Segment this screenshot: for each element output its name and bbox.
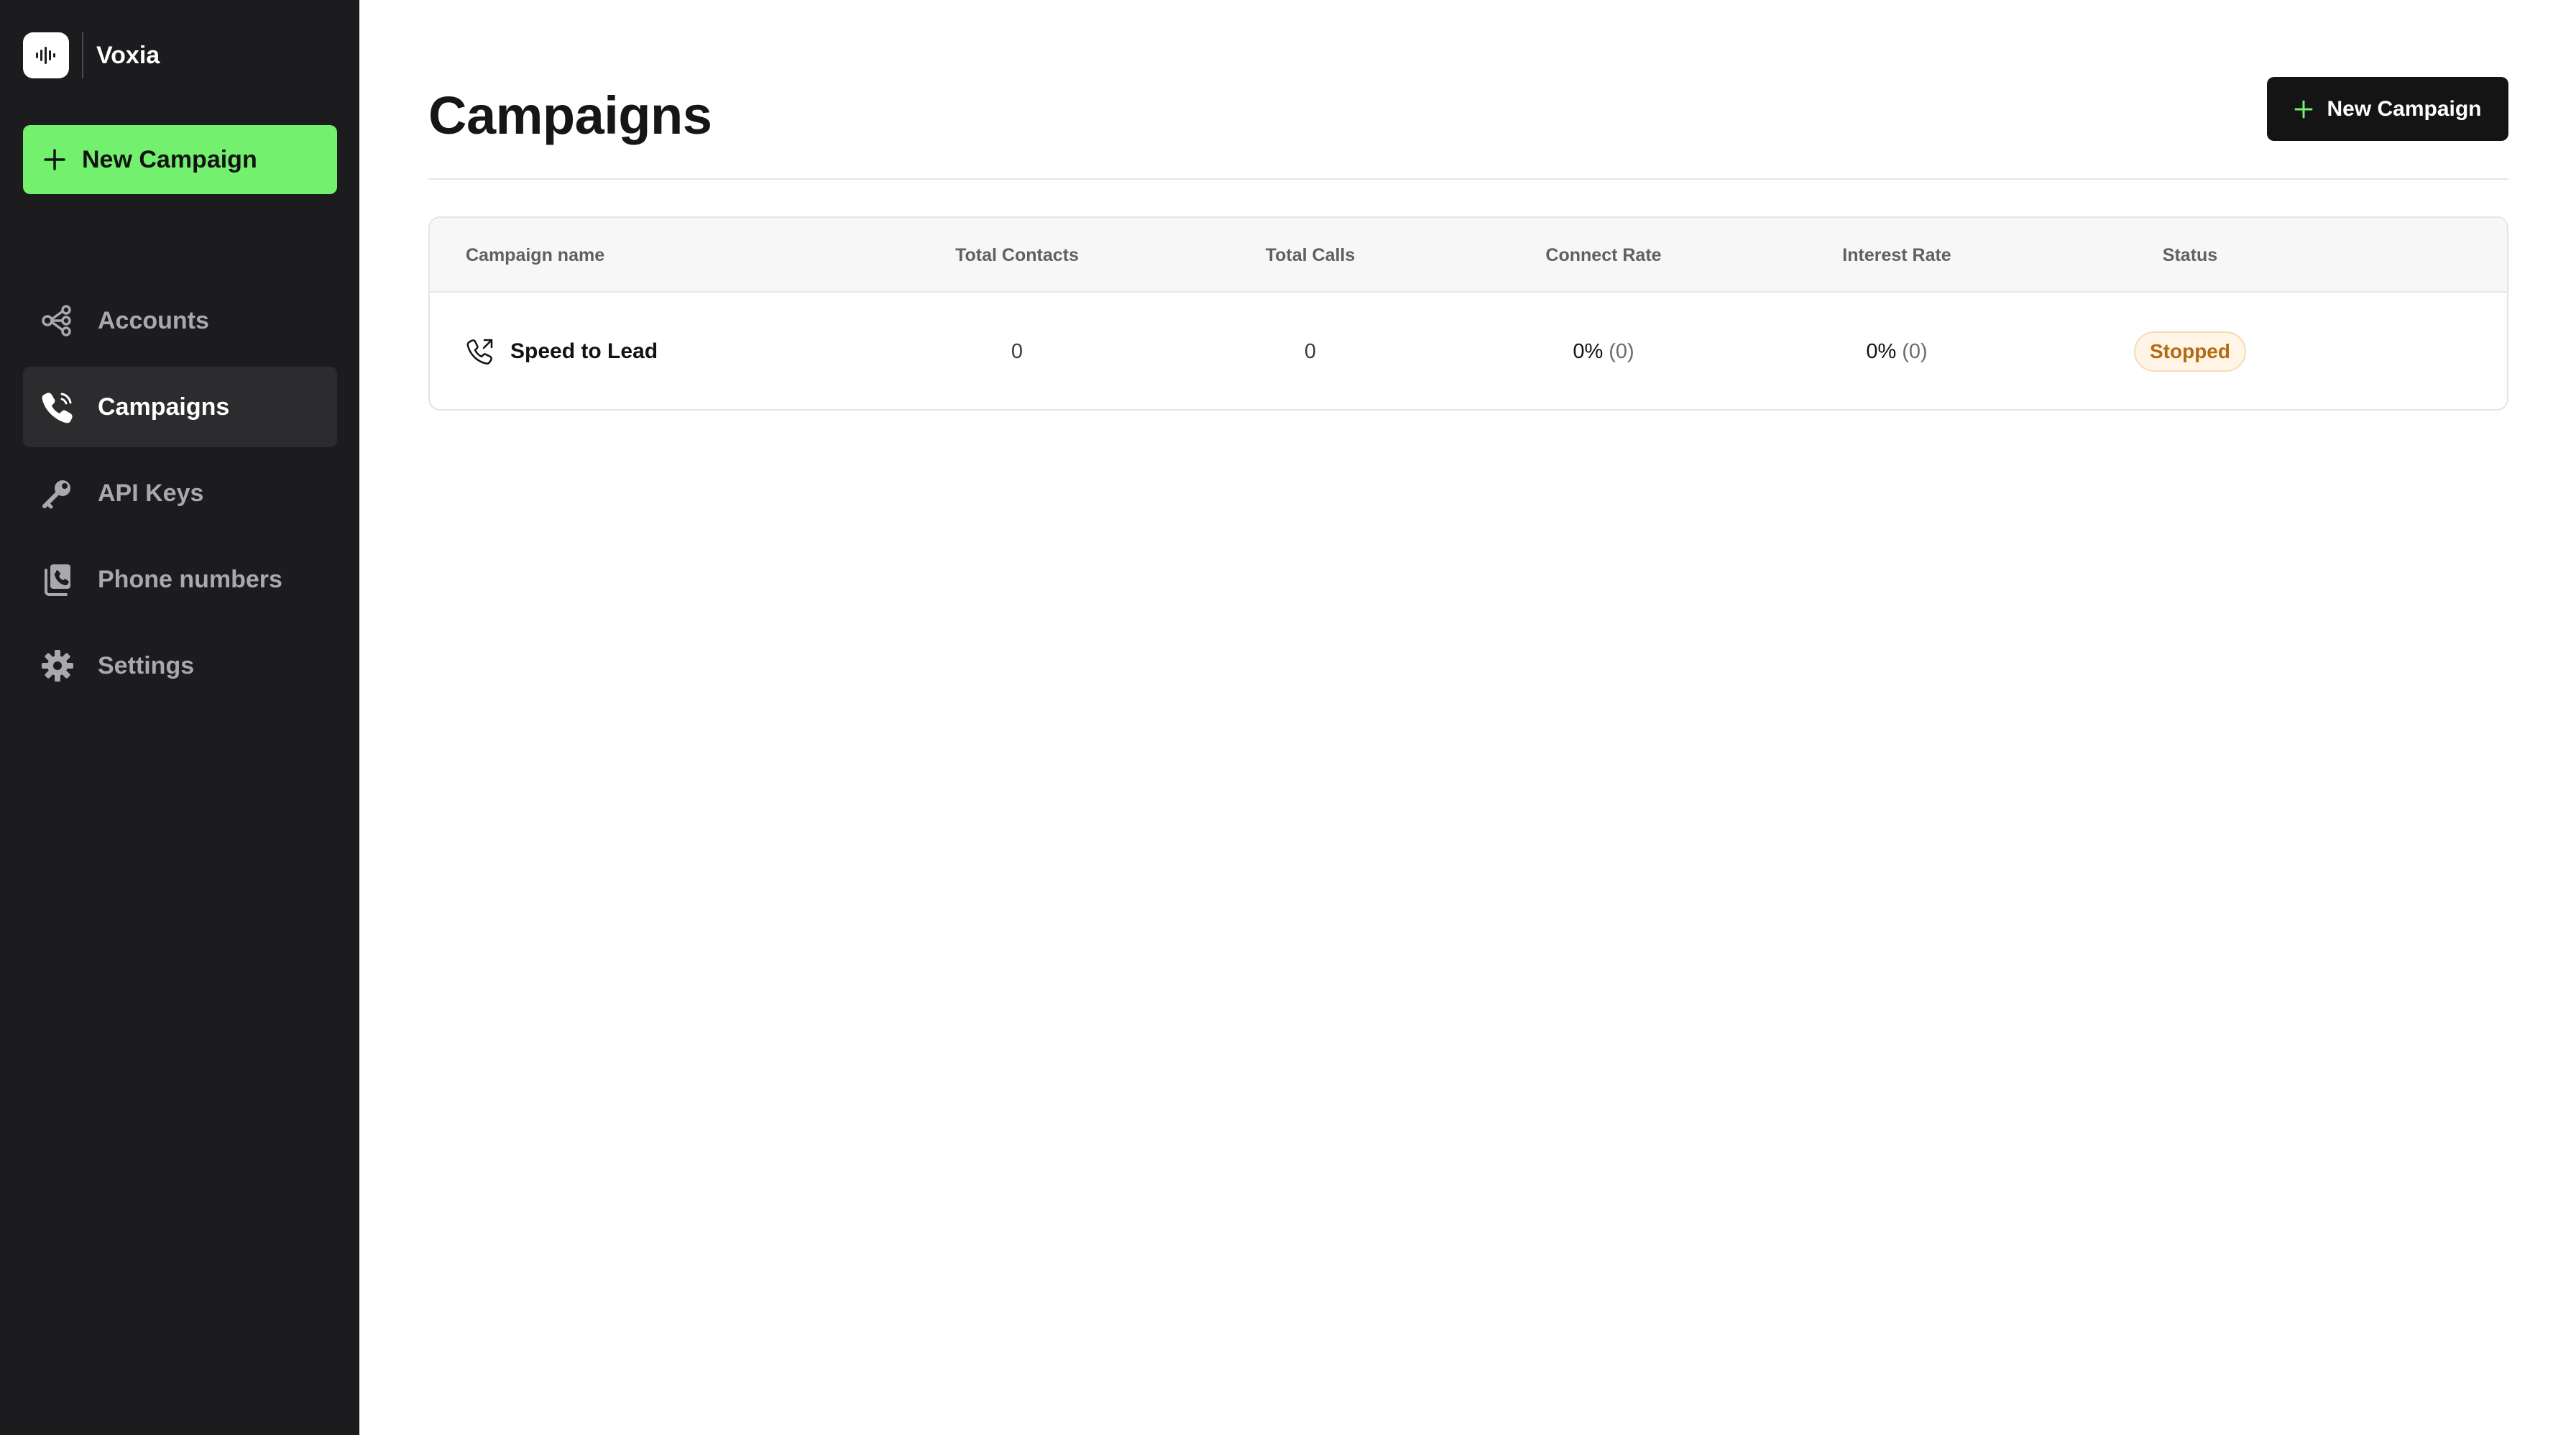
campaign-name: Speed to Lead xyxy=(510,339,658,363)
brand-divider xyxy=(82,32,83,78)
connect-rate-count: (0) xyxy=(1609,339,1634,363)
sidebar-item-accounts[interactable]: Accounts xyxy=(23,280,337,361)
status-cell: Stopped xyxy=(2134,293,2246,409)
column-header-total-calls[interactable]: Total Calls xyxy=(1266,218,1356,293)
table-row[interactable]: Speed to Lead 0 0 0% (0) 0% (0) Stopped xyxy=(430,293,2507,409)
header-divider xyxy=(428,178,2508,180)
sidebar-item-api-keys[interactable]: API Keys xyxy=(23,453,337,533)
column-header-status[interactable]: Status xyxy=(2163,218,2217,293)
table-header: Campaign name Total Contacts Total Calls… xyxy=(430,218,2507,293)
sidebar-item-phone-numbers[interactable]: Phone numbers xyxy=(23,539,337,620)
status-badge: Stopped xyxy=(2134,331,2246,372)
accounts-icon xyxy=(39,302,76,339)
sidebar-nav: Accounts Campaigns API Keys Phone number… xyxy=(23,280,337,712)
column-header-total-contacts[interactable]: Total Contacts xyxy=(955,218,1079,293)
sidebar: Voxia New Campaign Accounts Campaigns AP… xyxy=(0,0,359,1435)
plus-icon xyxy=(43,148,66,171)
sidebar-item-label: Settings xyxy=(98,651,195,679)
interest-rate-cell: 0% (0) xyxy=(1866,293,1928,409)
sidebar-new-campaign-button[interactable]: New Campaign xyxy=(23,125,337,194)
column-header-connect-rate[interactable]: Connect Rate xyxy=(1545,218,1661,293)
sidebar-item-campaigns[interactable]: Campaigns xyxy=(23,367,337,447)
sidebar-item-label: Accounts xyxy=(98,306,209,334)
brand[interactable]: Voxia xyxy=(23,32,160,78)
sidebar-item-label: Phone numbers xyxy=(98,565,282,593)
total-contacts-cell: 0 xyxy=(1011,339,1024,363)
interest-rate-count: (0) xyxy=(1902,339,1928,363)
gear-icon xyxy=(39,647,76,684)
sidebar-item-settings[interactable]: Settings xyxy=(23,625,337,706)
total-calls-cell: 0 xyxy=(1304,339,1317,363)
key-icon xyxy=(39,474,76,512)
connect-rate-percent: 0% xyxy=(1573,339,1604,363)
column-header-campaign-name[interactable]: Campaign name xyxy=(466,218,604,293)
phone-numbers-icon xyxy=(39,561,76,598)
phone-icon xyxy=(39,388,76,426)
app-root: Voxia New Campaign Accounts Campaigns AP… xyxy=(0,0,2576,1435)
voxia-logo-icon xyxy=(23,32,69,78)
connect-rate-cell: 0% (0) xyxy=(1573,293,1634,409)
header-new-campaign-label: New Campaign xyxy=(2327,96,2482,121)
interest-rate-percent: 0% xyxy=(1866,339,1897,363)
main-content: Campaigns New Campaign Campaign name Tot… xyxy=(359,0,2576,1435)
campaign-name-cell[interactable]: Speed to Lead xyxy=(466,293,658,409)
sidebar-new-campaign-label: New Campaign xyxy=(82,145,257,173)
column-header-interest-rate[interactable]: Interest Rate xyxy=(1842,218,1951,293)
page-title: Campaigns xyxy=(428,86,712,145)
header-new-campaign-button[interactable]: New Campaign xyxy=(2267,77,2508,141)
sidebar-item-label: Campaigns xyxy=(98,393,230,421)
campaigns-table: Campaign name Total Contacts Total Calls… xyxy=(428,216,2508,411)
plus-icon xyxy=(2294,99,2314,119)
brand-name: Voxia xyxy=(96,41,160,69)
outgoing-call-icon xyxy=(466,337,494,366)
sidebar-item-label: API Keys xyxy=(98,479,204,507)
